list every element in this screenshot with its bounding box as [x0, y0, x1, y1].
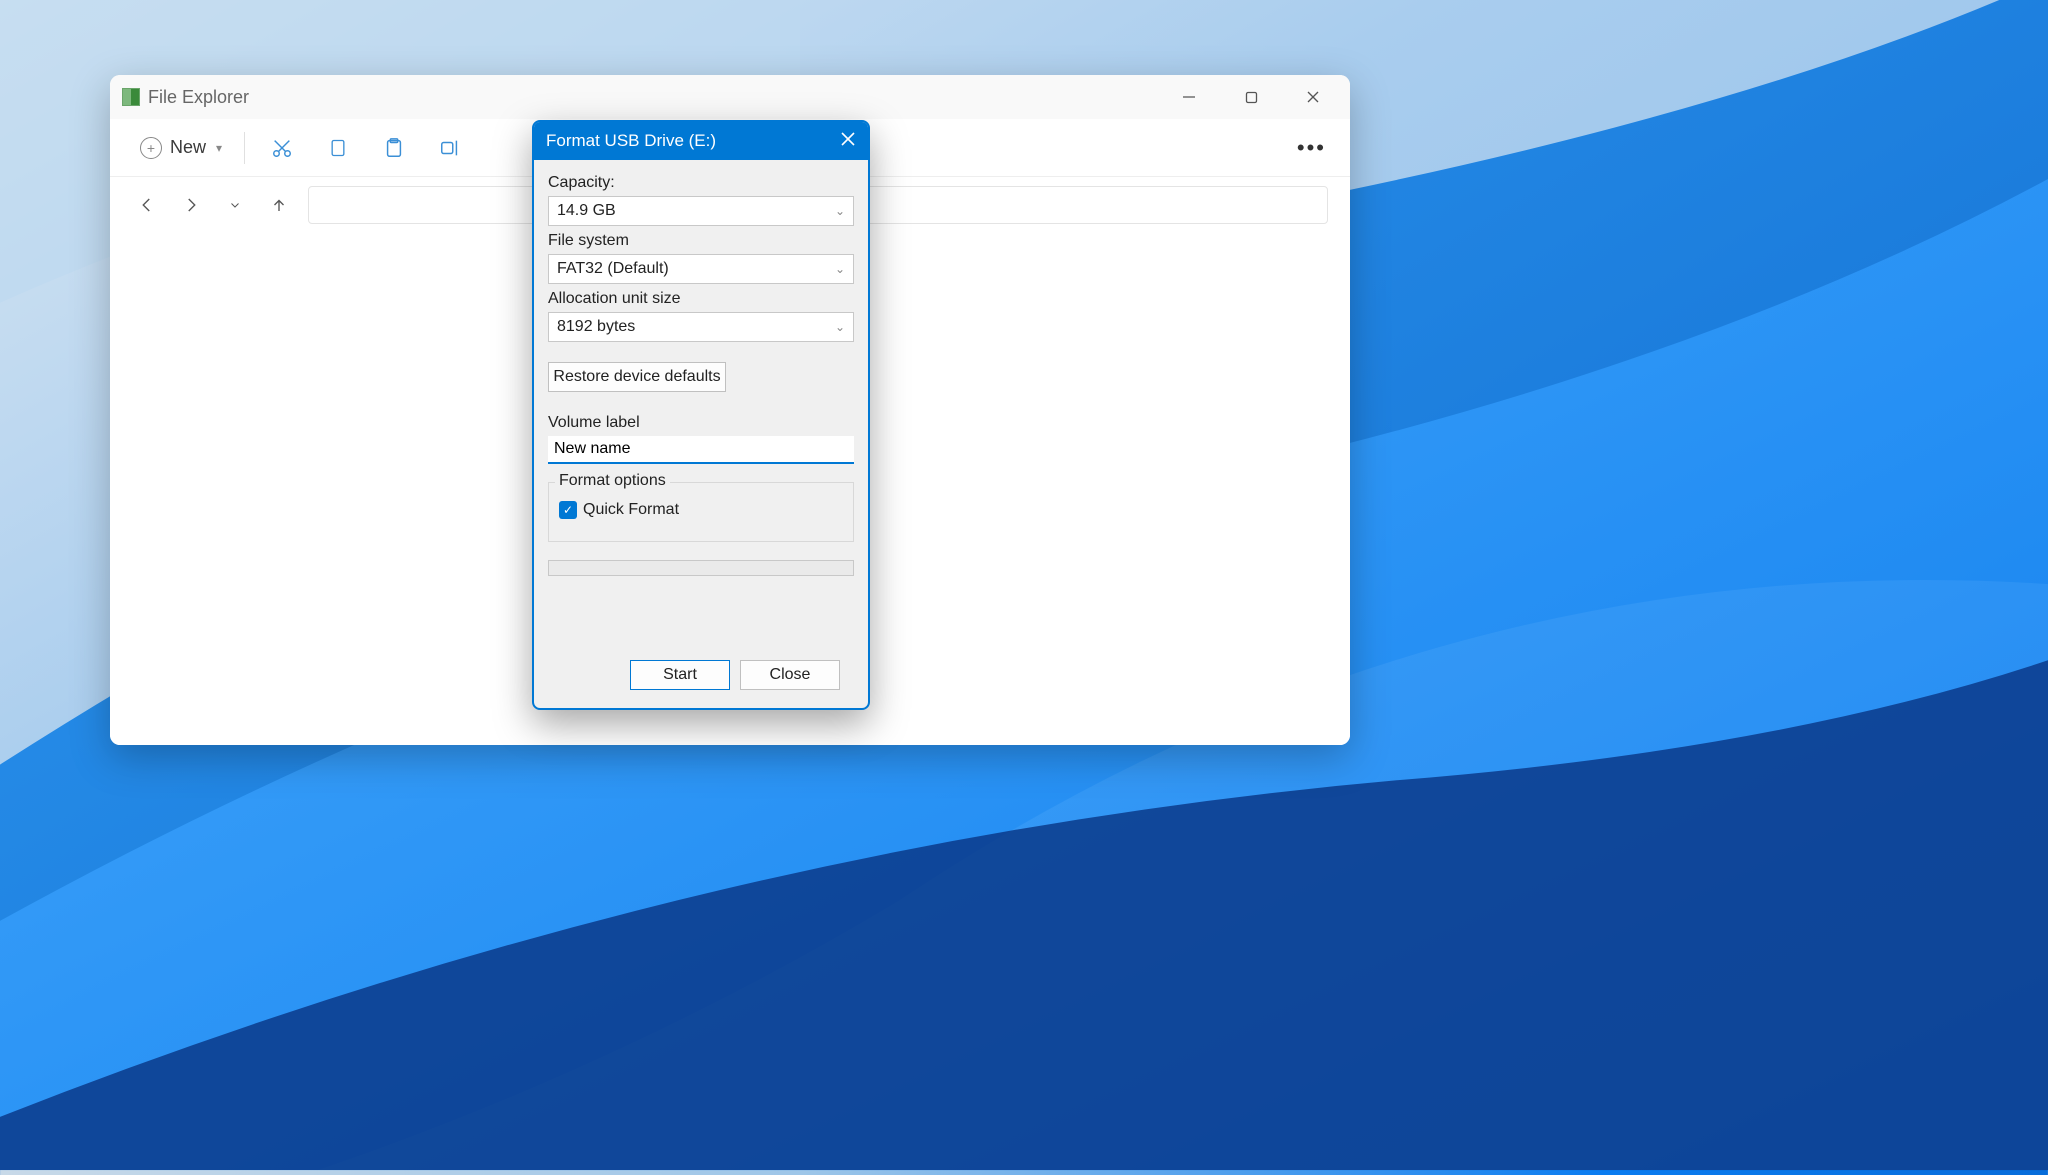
capacity-label: Capacity:	[548, 174, 854, 192]
window-title: File Explorer	[148, 87, 249, 108]
file-explorer-icon	[122, 88, 140, 106]
titlebar: File Explorer	[110, 75, 1350, 119]
quick-format-label: Quick Format	[583, 501, 679, 519]
divider	[244, 132, 245, 164]
filesystem-value: FAT32 (Default)	[557, 260, 669, 278]
back-button[interactable]	[132, 190, 162, 220]
new-button-label: New	[170, 137, 206, 158]
close-button[interactable]	[1298, 82, 1328, 112]
volume-label-label: Volume label	[548, 414, 854, 432]
dialog-title-text: Format USB Drive (E:)	[546, 131, 716, 151]
up-button[interactable]	[264, 190, 294, 220]
more-button[interactable]: •••	[1297, 135, 1326, 161]
format-options-legend: Format options	[555, 472, 670, 490]
allocation-label: Allocation unit size	[548, 290, 854, 308]
chevron-down-icon: ⌄	[835, 320, 845, 334]
cut-button[interactable]	[261, 127, 303, 169]
capacity-combobox[interactable]: 14.9 GB ⌄	[548, 196, 854, 226]
start-button[interactable]: Start	[630, 660, 730, 690]
dialog-body: Capacity: 14.9 GB ⌄ File system FAT32 (D…	[534, 160, 868, 708]
maximize-button[interactable]	[1236, 82, 1266, 112]
filesystem-label: File system	[548, 232, 854, 250]
dialog-actions: Start Close	[548, 642, 854, 708]
new-button[interactable]: + New ▾	[134, 133, 228, 163]
chevron-down-icon: ⌄	[835, 262, 845, 276]
volume-label-input[interactable]	[548, 436, 854, 464]
chevron-down-icon: ▾	[216, 141, 222, 155]
quick-format-checkbox[interactable]: ✓	[559, 501, 577, 519]
capacity-value: 14.9 GB	[557, 202, 616, 220]
filesystem-combobox[interactable]: FAT32 (Default) ⌄	[548, 254, 854, 284]
format-options-group: Format options ✓ Quick Format	[548, 482, 854, 542]
restore-defaults-button[interactable]: Restore device defaults	[548, 362, 726, 392]
dialog-close-button[interactable]	[840, 131, 856, 152]
format-dialog: Format USB Drive (E:) Capacity: 14.9 GB …	[532, 120, 870, 710]
paste-button[interactable]	[373, 127, 415, 169]
allocation-combobox[interactable]: 8192 bytes ⌄	[548, 312, 854, 342]
allocation-value: 8192 bytes	[557, 318, 635, 336]
chevron-down-icon: ⌄	[835, 204, 845, 218]
minimize-button[interactable]	[1174, 82, 1204, 112]
copy-button[interactable]	[317, 127, 359, 169]
close-dialog-button[interactable]: Close	[740, 660, 840, 690]
window-controls	[1174, 82, 1342, 112]
plus-circle-icon: +	[140, 137, 162, 159]
dialog-titlebar: Format USB Drive (E:)	[534, 122, 868, 160]
rename-button[interactable]	[429, 127, 471, 169]
format-progress-bar	[548, 560, 854, 576]
recent-locations-button[interactable]	[220, 190, 250, 220]
forward-button[interactable]	[176, 190, 206, 220]
